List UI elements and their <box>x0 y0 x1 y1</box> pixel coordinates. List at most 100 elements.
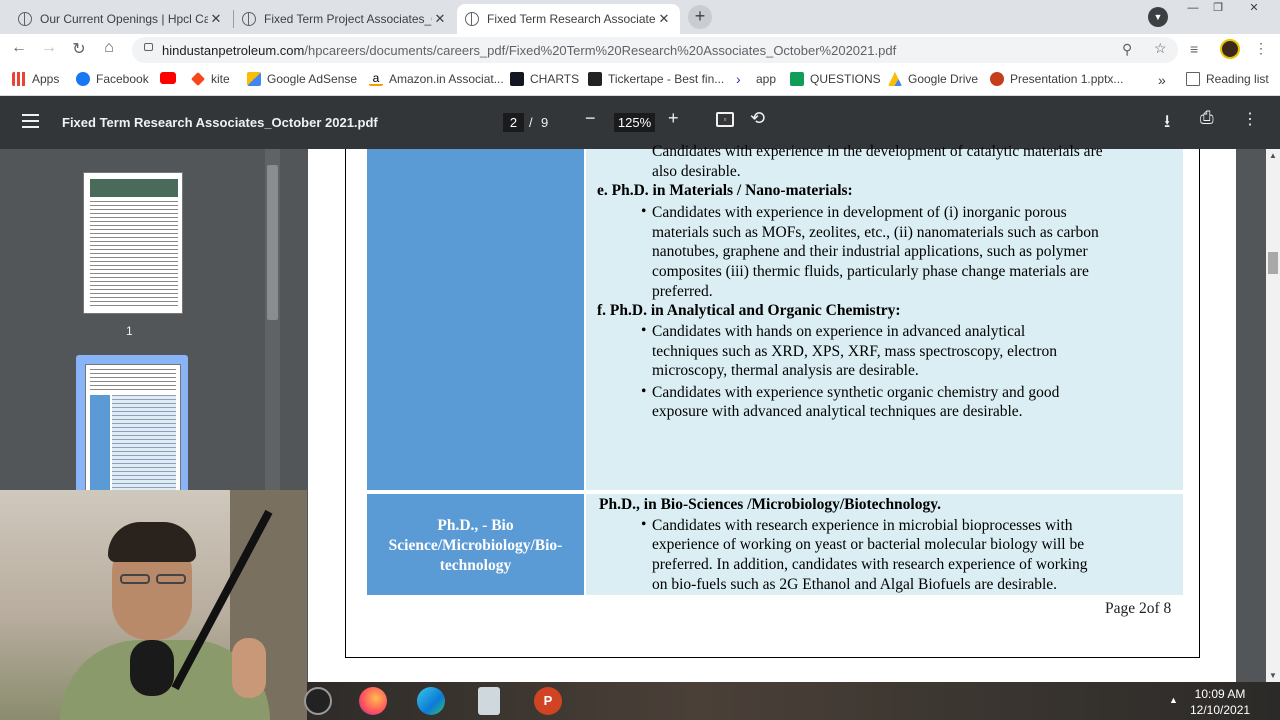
pdf-text-line: preferred. In addition, candidates with … <box>652 556 1088 573</box>
scroll-down-icon[interactable]: ▼ <box>1269 671 1277 680</box>
tab-search-icon[interactable]: ▼ <box>1148 7 1168 27</box>
profile-avatar[interactable] <box>1220 39 1240 59</box>
page-thumbnail-1[interactable] <box>83 172 183 314</box>
bookmark-label: Apps <box>32 72 60 86</box>
bookmark-app[interactable]: › app <box>736 72 776 86</box>
webcam-overlay <box>0 490 307 720</box>
lock-icon <box>144 43 153 51</box>
zoom-icon[interactable]: ⚲ <box>1122 41 1132 58</box>
bookmark-questions[interactable]: QUESTIONS <box>790 72 881 86</box>
pdf-text-line: composites (iii) thermic fluids, particu… <box>652 263 1089 280</box>
clock-time: 10:09 AM <box>1194 687 1246 701</box>
reading-list-toolbar-icon[interactable]: ≡ <box>1190 41 1198 57</box>
page-total: 9 <box>541 115 549 130</box>
tab-title: Fixed Term Project Associates_Oc <box>264 12 432 26</box>
document-scrollbar[interactable]: ▲ ▼ <box>1266 149 1280 682</box>
bookmark-label: kite <box>211 72 230 86</box>
tickertape-icon <box>588 72 602 86</box>
section-heading-e: e. Ph.D. in Materials / Nano-materials: <box>597 182 853 199</box>
youtube-icon <box>160 72 176 84</box>
tab-title: Our Current Openings | Hpcl Car <box>40 12 208 26</box>
close-tab-icon[interactable]: ✕ <box>208 11 224 27</box>
pdf-text-line: Candidates with hands on experience in a… <box>652 323 1026 340</box>
table-left-cell <box>367 149 584 490</box>
minimize-icon[interactable]: — <box>1182 2 1204 16</box>
calculator-icon[interactable] <box>478 687 500 715</box>
facebook-icon <box>76 72 90 86</box>
bookmark-tickertape[interactable]: Tickertape - Best fin... <box>588 72 724 86</box>
tab-our-current-openings[interactable]: Our Current Openings | Hpcl Car ✕ <box>10 4 232 34</box>
system-clock[interactable]: 10:09 AM 12/10/2021 <box>1190 686 1250 718</box>
fit-page-icon[interactable]: ▫ <box>716 112 734 127</box>
sidebar-scroll-thumb[interactable] <box>267 165 278 320</box>
zoom-out-icon[interactable]: − <box>585 108 596 129</box>
reload-icon[interactable]: ↻ <box>69 39 89 59</box>
pdf-text-line: Candidates with experience synthetic org… <box>652 384 1060 401</box>
bookmark-google-drive[interactable]: Google Drive <box>888 72 978 86</box>
sheets-icon <box>790 72 804 86</box>
home-icon[interactable]: ⌂ <box>99 39 119 57</box>
obs-icon[interactable] <box>304 687 332 715</box>
address-bar[interactable]: hindustanpetroleum.com/hpcareers/documen… <box>132 37 1178 63</box>
bookmark-facebook[interactable]: Facebook <box>76 72 149 86</box>
pdf-more-icon[interactable]: ⋮ <box>1242 109 1258 129</box>
page-thumbnail-2[interactable] <box>85 364 181 494</box>
pdf-text-line: Candidates with research experience in m… <box>652 517 1073 534</box>
edge-icon[interactable] <box>417 687 445 715</box>
bookmark-adsense[interactable]: Google AdSense <box>247 72 357 86</box>
new-tab-button[interactable]: + <box>688 5 712 29</box>
tab-research-associates[interactable]: Fixed Term Research Associates_( ✕ <box>457 4 680 34</box>
bookmark-presentation[interactable]: Presentation 1.pptx... <box>990 72 1123 86</box>
pdf-text-line: on bio-fuels such as 2G Ethanol and Alga… <box>652 576 1058 593</box>
bookmark-star-icon[interactable]: ☆ <box>1154 40 1167 57</box>
bookmark-youtube[interactable] <box>160 72 182 84</box>
bookmark-kite[interactable]: kite <box>191 72 230 86</box>
firefox-icon[interactable] <box>359 687 387 715</box>
close-window-icon[interactable]: ✕ <box>1243 2 1265 16</box>
microphone <box>130 640 174 696</box>
url-path: /hpcareers/documents/careers_pdf/Fixed%2… <box>304 43 897 58</box>
bookmark-label: Presentation 1.pptx... <box>1010 72 1124 86</box>
pdf-text-line: microscopy, thermal analysis are desirab… <box>652 362 919 379</box>
rotate-icon[interactable]: ⟲ <box>750 108 765 129</box>
bookmark-label: Google Drive <box>908 72 979 86</box>
person-hair <box>108 522 196 562</box>
sidebar-menu-icon[interactable] <box>22 114 39 128</box>
reading-list-label: Reading list <box>1206 72 1269 86</box>
pdf-text-line: Candidates with experience in the develo… <box>652 143 1103 160</box>
bookmark-charts[interactable]: CHARTS <box>510 72 579 86</box>
bullet-icon: • <box>641 516 647 533</box>
reading-list-icon <box>1186 72 1200 86</box>
tab-project-associates[interactable]: Fixed Term Project Associates_Oc ✕ <box>234 4 456 34</box>
tab-title: Fixed Term Research Associates_( <box>487 12 656 26</box>
page-number-input[interactable]: 2 <box>503 113 524 132</box>
browser-menu-icon[interactable]: ⋮ <box>1254 40 1268 57</box>
zoom-in-icon[interactable]: + <box>668 108 679 129</box>
close-tab-icon[interactable]: ✕ <box>432 11 448 27</box>
scroll-up-icon[interactable]: ▲ <box>1269 151 1277 160</box>
zoom-input[interactable]: 125% <box>614 113 655 132</box>
back-icon[interactable]: ← <box>9 39 29 57</box>
document-scroll-thumb[interactable] <box>1268 252 1278 274</box>
more-bookmarks-button[interactable]: » <box>1158 72 1166 88</box>
section-heading-f: f. Ph.D. in Analytical and Organic Chemi… <box>597 302 901 319</box>
glasses-right-lens <box>156 574 186 584</box>
restore-icon[interactable]: ❐ <box>1207 2 1229 16</box>
download-icon[interactable]: ⭳ <box>1164 109 1170 139</box>
bookmark-amazon[interactable]: a Amazon.in Associat... <box>369 72 504 86</box>
print-icon[interactable]: ⎙ <box>1200 108 1214 128</box>
pdf-text-line: Candidates with experience in developmen… <box>652 204 1067 221</box>
close-tab-icon[interactable]: ✕ <box>656 11 672 27</box>
bookmark-apps[interactable]: Apps <box>12 72 59 86</box>
bookmark-label: QUESTIONS <box>810 72 881 86</box>
browser-toolbar: ← → ↻ ⌂ hindustanpetroleum.com/hpcareers… <box>0 34 1280 65</box>
thumbnail-1-label: 1 <box>126 324 133 338</box>
forward-icon[interactable]: → <box>39 39 59 57</box>
bookmarks-bar: Apps Facebook kite Google AdSense a Amazo… <box>0 65 1280 96</box>
adsense-icon <box>247 72 261 86</box>
bookmark-label: Facebook <box>96 72 149 86</box>
tray-expand-icon[interactable]: ▲ <box>1169 695 1178 705</box>
powerpoint-taskbar-icon[interactable]: P <box>534 687 562 715</box>
reading-list-button[interactable]: Reading list <box>1186 72 1269 86</box>
clock-date: 12/10/2021 <box>1190 703 1251 717</box>
